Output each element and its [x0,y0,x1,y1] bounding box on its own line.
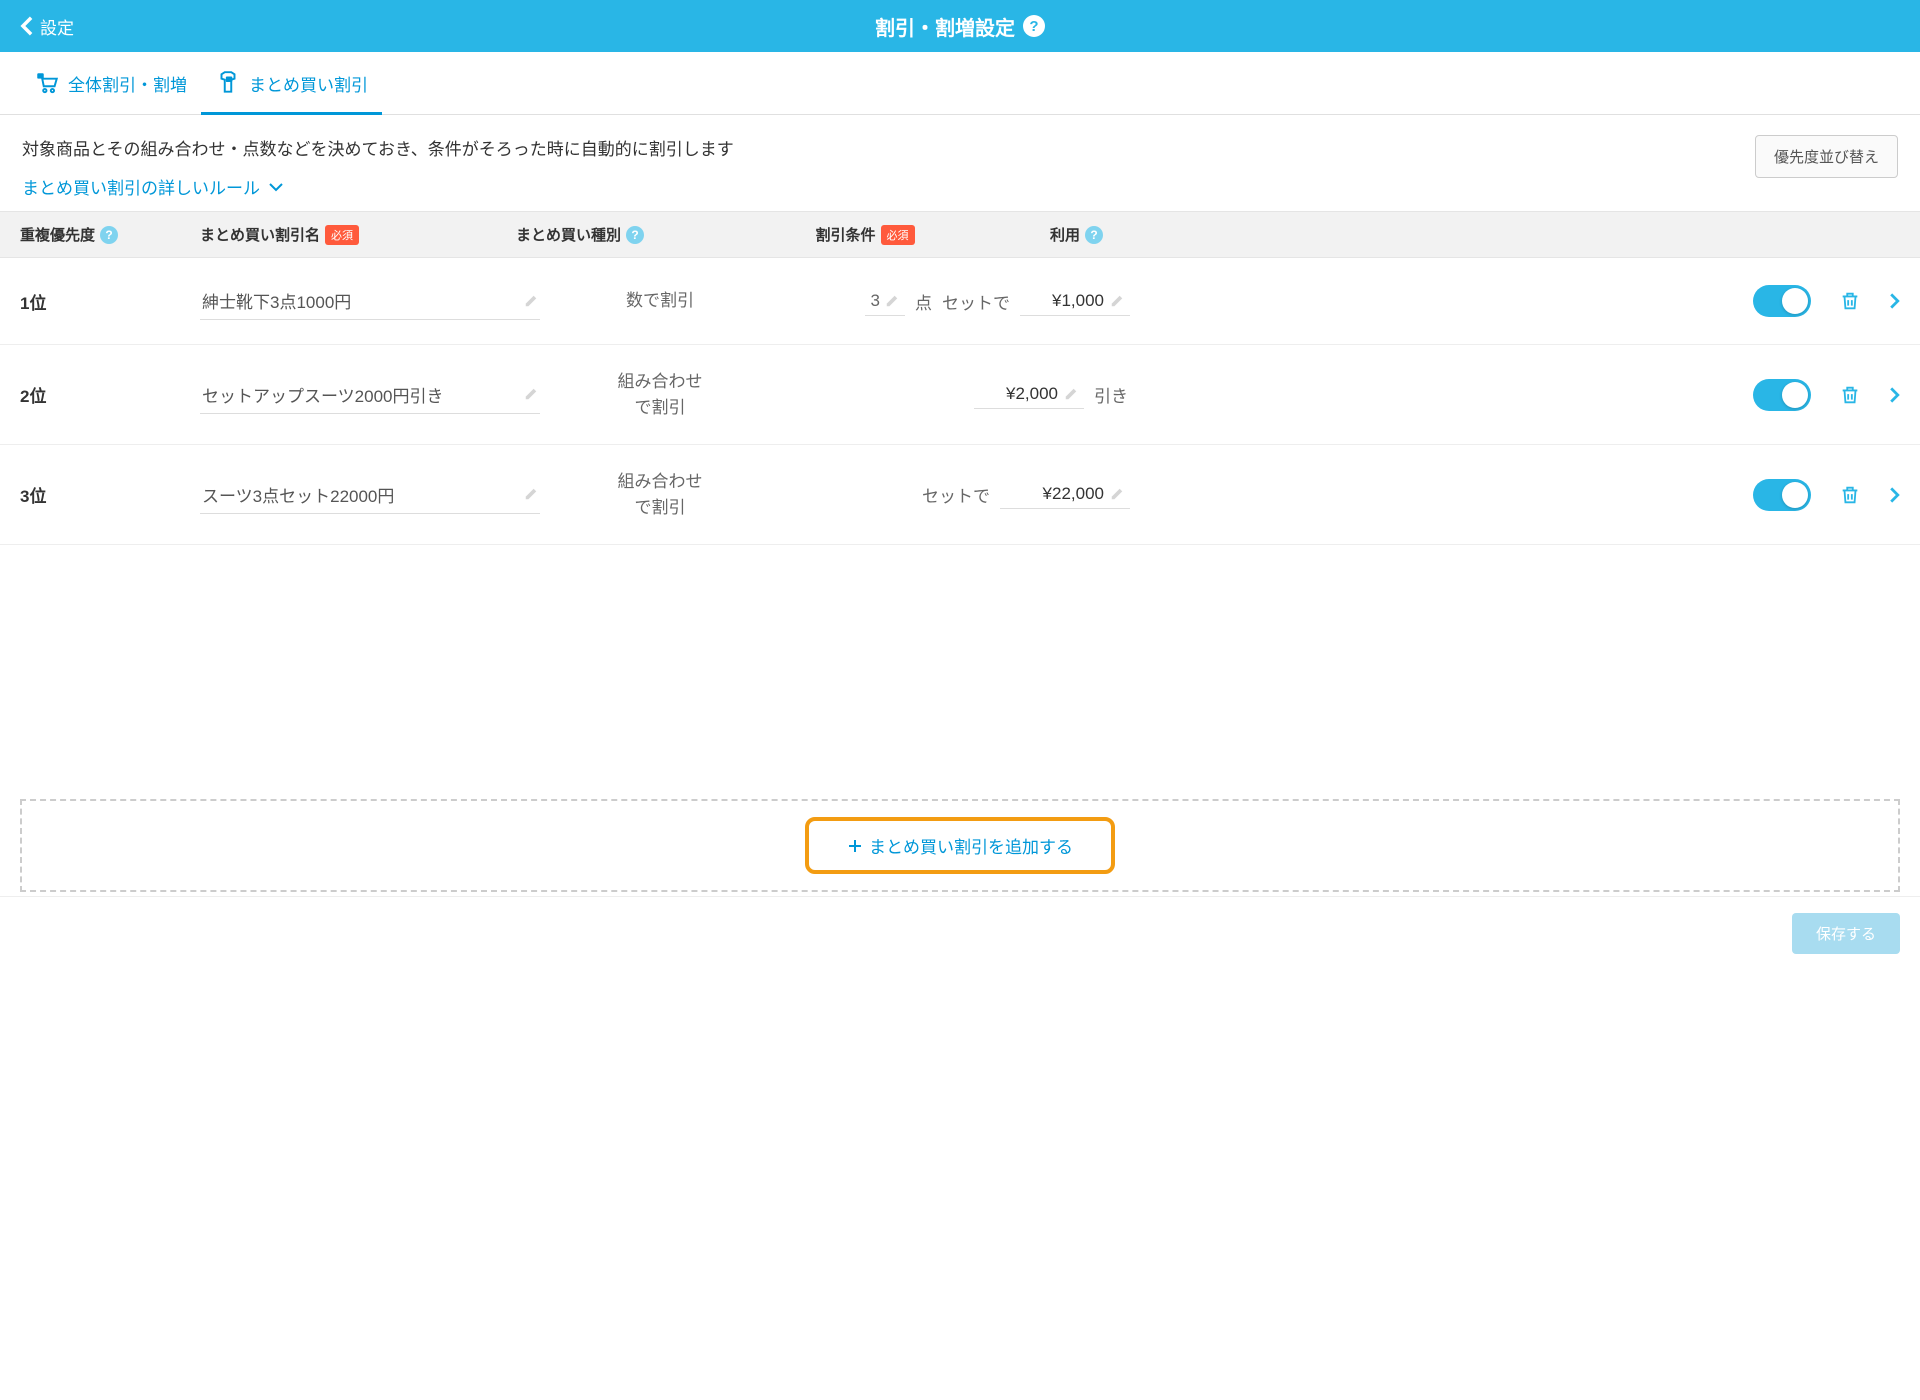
footer: 保存する [0,896,1920,970]
intro-section: 対象商品とその組み合わせ・点数などを決めておき、条件がそろった時に自動的に割引し… [0,115,1920,211]
chevron-down-icon [268,182,284,192]
pencil-icon [1110,294,1124,308]
help-icon[interactable]: ? [1023,15,1045,37]
discount-type: 組み合わせ で割引 [560,369,760,420]
chevron-right-icon[interactable] [1889,292,1900,310]
pencil-icon [524,387,538,401]
pencil-icon [524,294,538,308]
table-row: 2位 セットアップスーツ2000円引き 組み合わせ で割引 ¥2,000 引き [0,345,1920,445]
discount-type: 数で割引 [560,288,760,314]
tab-bulk-discount[interactable]: % まとめ買い割引 [201,52,382,114]
sort-priority-button[interactable]: 優先度並び替え [1755,135,1898,178]
discount-name-input[interactable]: 紳士靴下3点1000円 [200,282,540,320]
page-title: 割引・割増設定 ? [875,12,1045,41]
price-input[interactable]: ¥2,000 [974,380,1084,409]
priority-cell: 2位 [20,382,200,407]
add-section: まとめ買い割引を追加する [0,799,1920,892]
price-input[interactable]: ¥1,000 [1020,287,1130,316]
back-button[interactable]: 設定 [20,14,74,39]
table-row: 1位 紳士靴下3点1000円 数で割引 3 点 セットで ¥1,000 [0,258,1920,345]
add-highlight: まとめ買い割引を追加する [805,817,1115,874]
usage-toggle[interactable] [1753,479,1811,511]
table-header: 重複優先度 ? まとめ買い割引名 必須 まとめ買い種別 ? 割引条件 必須 利用… [0,211,1920,258]
app-header: 設定 割引・割増設定 ? [0,0,1920,52]
priority-cell: 3位 [20,482,200,507]
svg-text:%: % [39,74,43,79]
svg-text:%: % [227,77,231,82]
help-icon[interactable]: ? [626,226,644,244]
trash-icon[interactable] [1839,383,1861,407]
rules-link[interactable]: まとめ買い割引の詳しいルール [22,174,1755,199]
condition-cell: ¥2,000 引き [760,380,1130,409]
add-discount-button[interactable]: まとめ買い割引を追加する [847,833,1073,858]
help-icon[interactable]: ? [1085,226,1103,244]
chevron-left-icon [20,15,34,37]
usage-toggle[interactable] [1753,285,1811,317]
discount-name-input[interactable]: セットアップスーツ2000円引き [200,376,540,414]
discount-type: 組み合わせ で割引 [560,469,760,520]
save-button[interactable]: 保存する [1792,913,1900,954]
tabs: % 全体割引・割増 % まとめ買い割引 [0,52,1920,115]
quantity-input[interactable]: 3 [865,287,905,316]
trash-icon[interactable] [1839,289,1861,313]
chevron-right-icon[interactable] [1889,386,1900,404]
discount-name-input[interactable]: スーツ3点セット22000円 [200,476,540,514]
table-row: 3位 スーツ3点セット22000円 組み合わせ で割引 セットで ¥22,000 [0,445,1920,545]
required-badge: 必須 [881,225,915,245]
pencil-icon [885,294,899,308]
trash-icon[interactable] [1839,483,1861,507]
help-icon[interactable]: ? [100,226,118,244]
pencil-icon [524,487,538,501]
plus-icon [847,838,863,854]
condition-cell: 3 点 セットで ¥1,000 [760,287,1130,316]
tab-overall-discount[interactable]: % 全体割引・割増 [20,52,201,114]
usage-toggle[interactable] [1753,379,1811,411]
pencil-icon [1064,387,1078,401]
intro-description: 対象商品とその組み合わせ・点数などを決めておき、条件がそろった時に自動的に割引し… [22,135,1755,160]
condition-cell: セットで ¥22,000 [760,480,1130,509]
required-badge: 必須 [325,225,359,245]
priority-cell: 1位 [20,289,200,314]
chevron-right-icon[interactable] [1889,486,1900,504]
cart-icon: % [34,70,60,96]
shirt-icon: % [215,70,241,96]
pencil-icon [1110,487,1124,501]
back-label: 設定 [40,14,74,39]
price-input[interactable]: ¥22,000 [1000,480,1130,509]
